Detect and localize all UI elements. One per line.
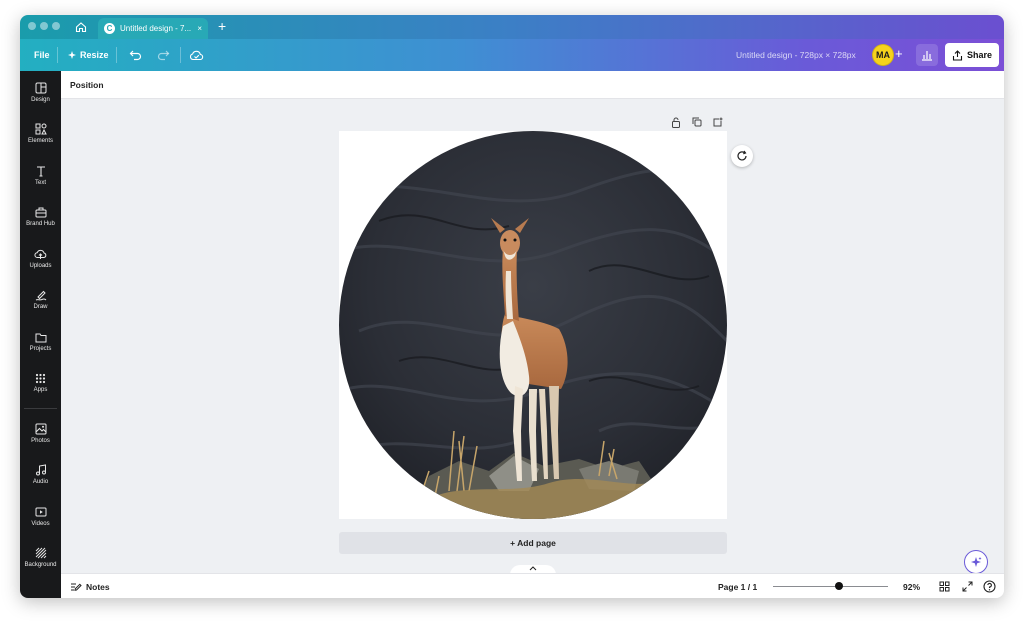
share-label: Share — [966, 50, 992, 60]
notes-pen-icon — [71, 583, 82, 591]
close-tab-icon[interactable]: × — [197, 24, 202, 33]
sidebar-item-text[interactable]: Text — [20, 164, 61, 200]
file-menu-button[interactable]: File — [34, 50, 50, 60]
browser-tab-bar: C Untitled design - 7... × + — [20, 15, 1004, 39]
design-tab[interactable]: C Untitled design - 7... × — [98, 18, 208, 39]
new-tab-button[interactable]: + — [218, 19, 226, 33]
zoom-level[interactable]: 92% — [903, 582, 920, 592]
vicuna-photo — [339, 131, 727, 519]
design-icon — [34, 81, 48, 95]
sidebar-item-label: Audio — [32, 479, 49, 485]
bar-chart-icon — [922, 51, 932, 61]
sidebar-item-label: Elements — [27, 138, 53, 144]
home-icon[interactable] — [72, 18, 90, 36]
left-sidebar: Design Elements Text Brand Hub Uploads D… — [20, 71, 61, 598]
document-title[interactable]: Untitled design - 728px × 728px — [736, 50, 856, 60]
music-note-icon — [34, 463, 48, 477]
editor-toolbar: File Resize Untitled design - 728px × 72… — [20, 39, 1004, 71]
draw-icon — [34, 288, 48, 302]
invite-plus-button[interactable]: + — [895, 47, 903, 61]
circle-photo-frame[interactable] — [339, 131, 727, 519]
chevron-up-icon — [529, 566, 537, 571]
sidebar-item-label: Photos — [31, 438, 50, 444]
refresh-icon — [737, 150, 747, 161]
sidebar-item-uploads[interactable]: Uploads — [20, 247, 61, 283]
sidebar-item-label: Brand Hub — [26, 221, 55, 227]
redo-icon[interactable] — [155, 47, 171, 63]
sidebar-item-elements[interactable]: Elements — [20, 122, 61, 158]
background-hatch-icon — [34, 546, 48, 560]
app-window: C Untitled design - 7... × + File Resize… — [20, 15, 1004, 598]
rotate-refresh-button[interactable] — [731, 145, 753, 167]
cloud-saved-icon[interactable] — [188, 47, 204, 63]
canvas-area: + Add page — [61, 99, 1004, 575]
canva-logo-icon: C — [104, 23, 115, 34]
sidebar-item-label: Text — [34, 180, 46, 186]
editor-footer: Notes Page 1 / 1 92% — [61, 573, 1004, 598]
fullscreen-icon[interactable] — [961, 580, 974, 593]
sidebar-item-apps[interactable]: Apps — [20, 371, 61, 407]
zoom-slider[interactable] — [773, 582, 888, 590]
window-minimize-dot[interactable] — [40, 22, 48, 30]
text-icon — [34, 164, 48, 178]
context-toolbar: Position — [61, 71, 1004, 99]
sidebar-item-design[interactable]: Design — [20, 81, 61, 117]
lock-icon[interactable] — [670, 116, 682, 128]
sidebar-item-videos[interactable]: Videos — [20, 505, 61, 541]
brand-hub-icon — [34, 205, 48, 219]
zoom-slider-handle[interactable] — [834, 582, 843, 590]
apps-grid-icon — [34, 371, 48, 385]
folder-icon — [34, 330, 48, 344]
sidebar-item-label: Apps — [33, 387, 48, 393]
help-icon[interactable] — [983, 580, 996, 593]
sidebar-item-label: Background — [24, 562, 57, 568]
sidebar-divider — [24, 408, 57, 409]
sparkle-icon — [971, 557, 982, 567]
sidebar-item-label: Projects — [29, 346, 52, 352]
sidebar-item-audio[interactable]: Audio — [20, 463, 61, 499]
add-page-icon[interactable] — [712, 116, 724, 128]
analytics-button[interactable] — [916, 44, 938, 66]
window-zoom-dot[interactable] — [52, 22, 60, 30]
sidebar-item-brand-hub[interactable]: Brand Hub — [20, 205, 61, 241]
sidebar-item-label: Uploads — [29, 263, 52, 269]
undo-icon[interactable] — [128, 47, 144, 63]
sidebar-item-photos[interactable]: Photos — [20, 422, 61, 458]
toolbar-divider — [180, 47, 181, 63]
sidebar-item-draw[interactable]: Draw — [20, 288, 61, 324]
tab-title: Untitled design - 7... — [120, 24, 192, 33]
window-close-dot[interactable] — [28, 22, 36, 30]
share-upload-icon — [952, 49, 963, 61]
magic-assistant-button[interactable] — [964, 550, 988, 574]
add-page-label: + Add page — [510, 538, 556, 548]
video-play-icon — [34, 505, 48, 519]
elements-icon — [34, 122, 48, 136]
page-count[interactable]: Page 1 / 1 — [718, 582, 757, 592]
add-page-button[interactable]: + Add page — [339, 532, 727, 554]
sidebar-item-background[interactable]: Background — [20, 546, 61, 582]
duplicate-page-icon[interactable] — [691, 116, 703, 128]
notes-button[interactable]: Notes — [70, 581, 110, 592]
sidebar-item-label: Design — [31, 97, 50, 103]
sidebar-item-label: Videos — [31, 521, 50, 527]
user-avatar[interactable]: MA — [872, 44, 894, 66]
sidebar-item-projects[interactable]: Projects — [20, 330, 61, 366]
resize-sparkle-icon — [67, 47, 77, 63]
share-button[interactable]: Share — [945, 43, 999, 67]
notes-label: Notes — [86, 581, 110, 592]
design-page[interactable] — [339, 131, 727, 519]
uploads-icon — [34, 247, 48, 261]
position-button[interactable]: Position — [70, 80, 104, 90]
resize-button[interactable]: Resize — [80, 50, 109, 60]
toolbar-divider — [116, 47, 117, 63]
grid-view-icon[interactable] — [938, 580, 951, 593]
toolbar-divider — [57, 47, 58, 63]
sidebar-item-label: Draw — [33, 304, 48, 310]
photos-icon — [34, 422, 48, 436]
